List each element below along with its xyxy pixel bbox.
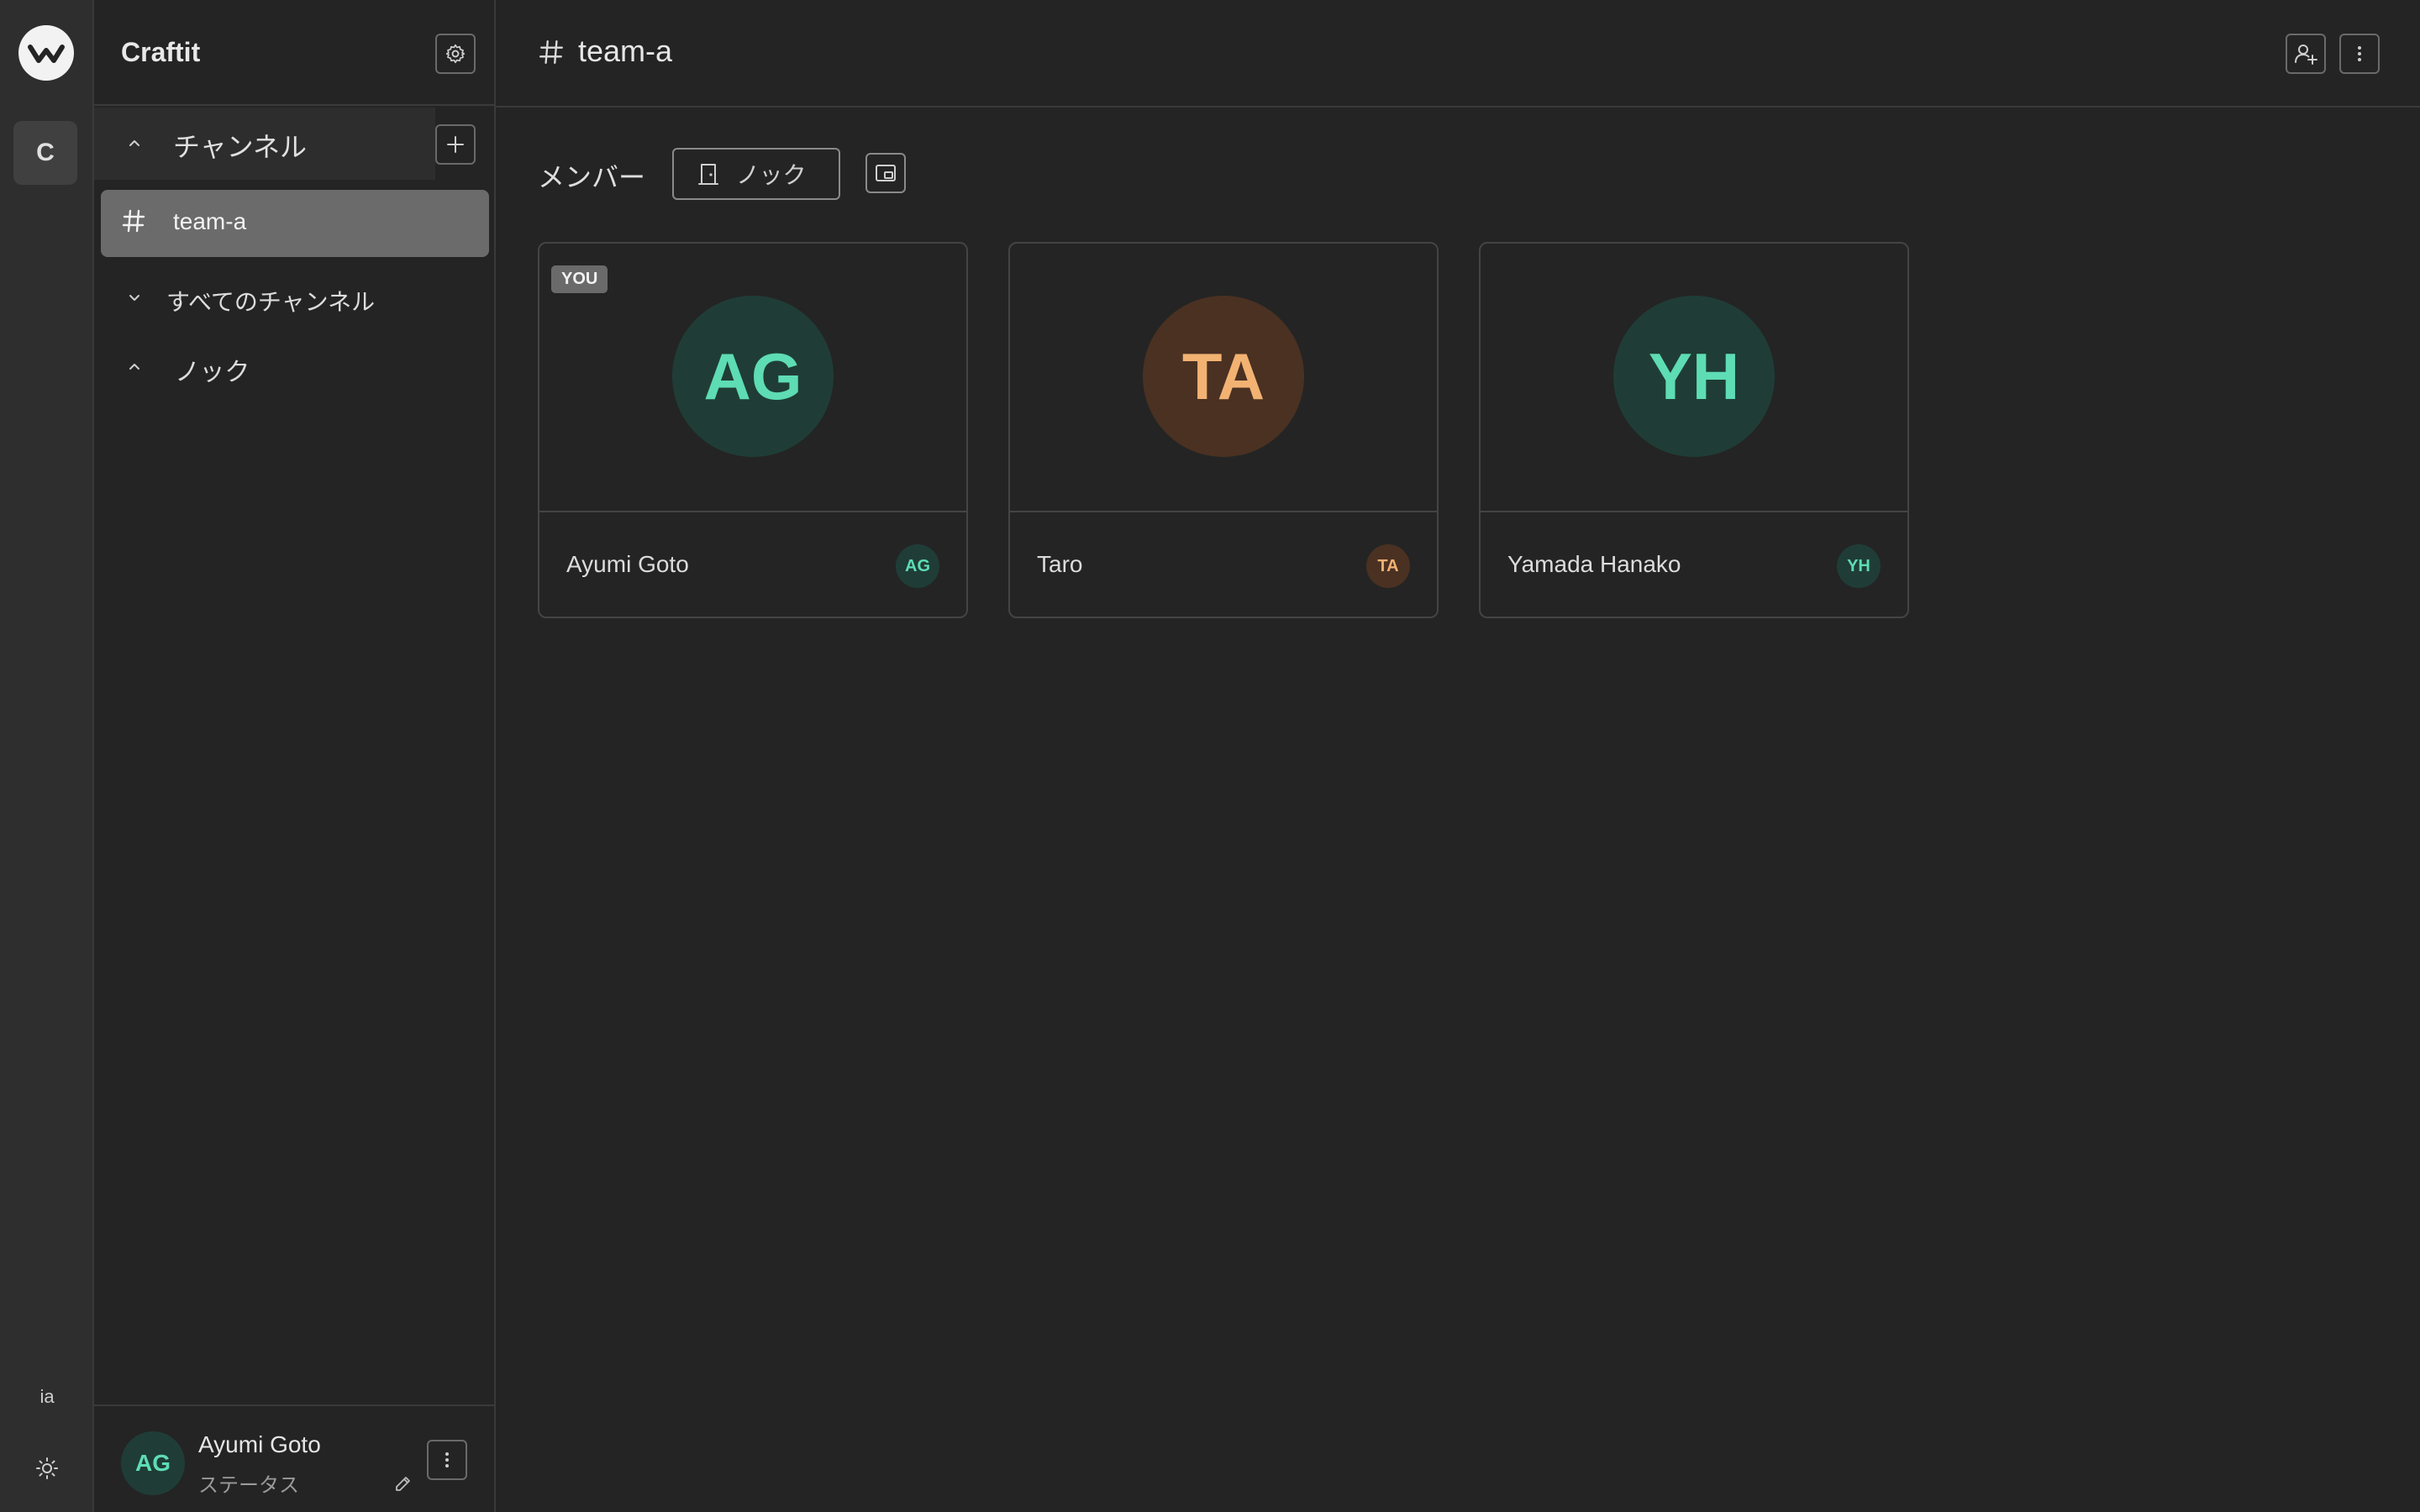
add-channel-button[interactable] [435,124,476,165]
picture-in-picture-icon [876,165,896,181]
member-card-preview: YOU AG [539,244,966,512]
member-card-preview: TA [1010,244,1437,512]
more-vertical-icon [2358,46,2361,61]
sidebar: Craftit チャンネル team-a すべてのチャンネル ノック AG Ay… [94,0,496,1512]
member-name: Taro [1037,551,1083,577]
sun-icon[interactable] [30,1452,64,1485]
member-card-preview: YH [1481,244,1907,512]
knock-button[interactable]: ノック [672,148,840,200]
channel-header: team-a [496,0,2420,108]
all-channels-item[interactable]: すべてのチャンネル [94,269,494,328]
main-content: team-a メンバー ノック YOU AG Ayumi Goto AG TA … [496,0,2420,1512]
plus-icon [447,136,464,153]
page-title: team-a [578,34,673,68]
door-icon [698,164,718,185]
member-card[interactable]: YOU AG Ayumi Goto AG [538,242,968,618]
picture-in-picture-button[interactable] [865,153,906,193]
avatar: TA [1366,544,1410,588]
chevron-up-icon [124,133,145,153]
you-badge: YOU [551,265,608,293]
add-member-button[interactable] [2286,34,2326,74]
all-channels-label: すべてのチャンネル [166,289,376,315]
avatar: TA [1143,296,1304,457]
knock-section-label: ノック [175,359,250,386]
hash-icon [538,39,565,70]
sidebar-item-team-a[interactable]: team-a [101,190,489,257]
user-status[interactable]: ステータス [198,1468,299,1498]
channels-section-label: チャンネル [173,132,308,162]
workspace-rail: C ia [0,0,94,1512]
member-name: Yamada Hanako [1507,551,1681,577]
avatar: YH [1837,544,1881,588]
channel-menu-button[interactable] [2339,34,2380,74]
settings-button[interactable] [435,34,476,74]
user-name: Ayumi Goto [198,1431,321,1457]
avatar: AG [896,544,939,588]
avatar: AG [672,296,834,457]
workspace-title: Craftit [121,37,201,67]
language-switch[interactable]: ia [0,1386,94,1408]
member-name: Ayumi Goto [566,551,689,577]
channel-name: team-a [173,208,247,234]
app-logo-icon[interactable] [18,25,74,81]
knock-button-label: ノック [736,162,807,188]
channels-section-header[interactable]: チャンネル [94,108,435,180]
hash-icon [121,208,146,238]
member-card[interactable]: YH Yamada Hanako YH [1479,242,1909,618]
gear-icon [445,44,466,64]
member-card[interactable]: TA Taro TA [1008,242,1439,618]
avatar[interactable]: AG [121,1431,185,1495]
edit-icon[interactable] [393,1473,415,1495]
avatar: YH [1613,296,1775,457]
chevron-up-icon [124,356,145,376]
workspace-button[interactable]: C [13,121,77,185]
user-menu-button[interactable] [427,1440,467,1480]
knock-section-header[interactable]: ノック [94,336,494,395]
sidebar-header: Craftit [94,0,494,106]
user-footer: AG Ayumi Goto ステータス [94,1404,494,1512]
chevron-down-icon [124,287,145,307]
add-user-icon [2295,45,2317,65]
members-label: メンバー [538,162,646,192]
more-vertical-icon [445,1452,449,1467]
